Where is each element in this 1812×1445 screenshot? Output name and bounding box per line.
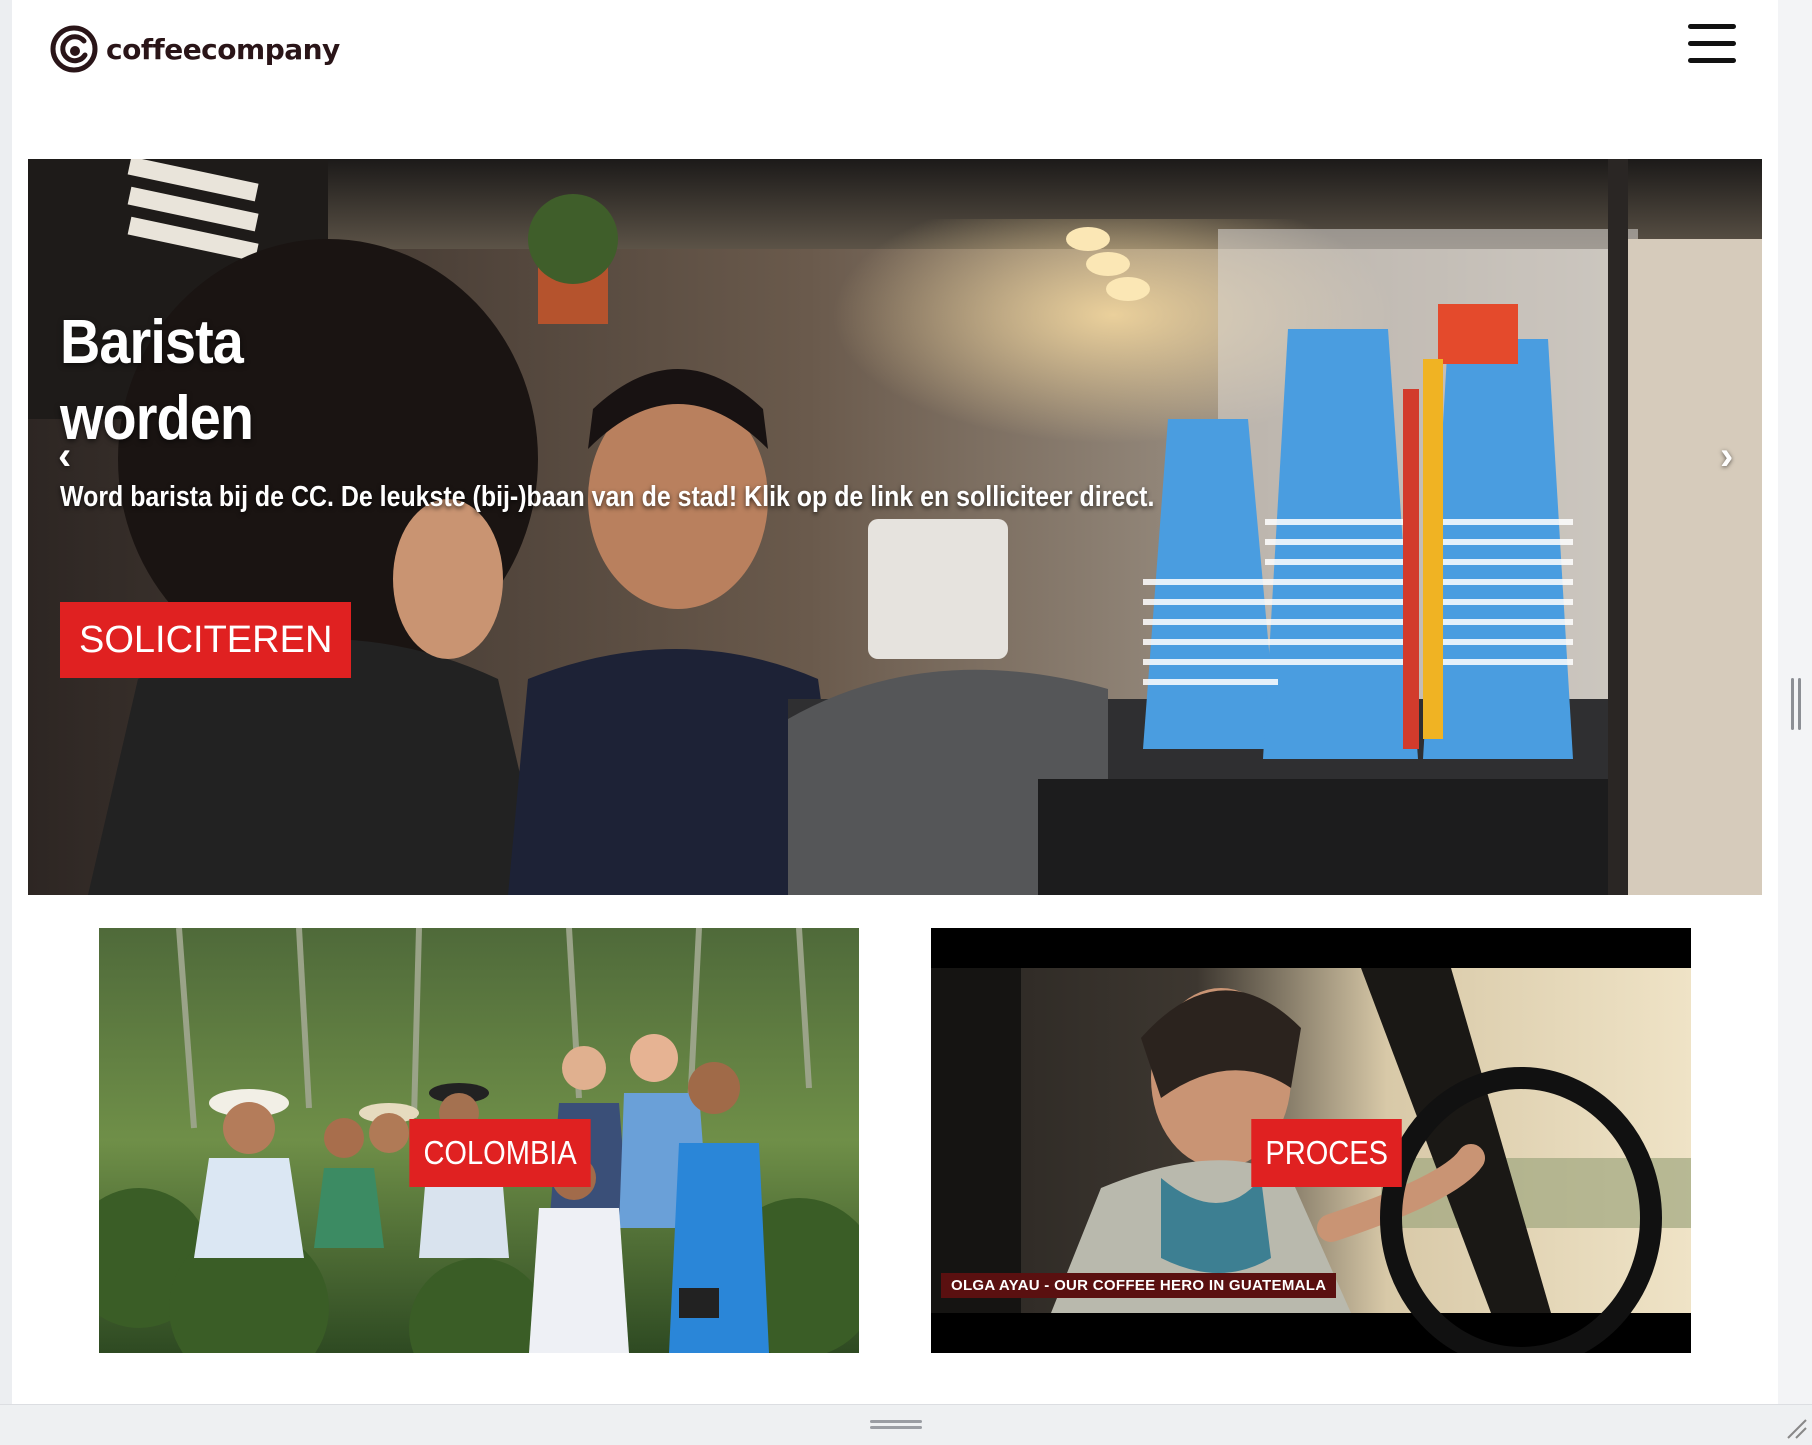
proces-button[interactable]: PROCES (1251, 1119, 1403, 1187)
brand-logo[interactable]: coffeecompany (50, 25, 340, 73)
hamburger-menu-icon[interactable] (1686, 22, 1742, 66)
video-caption: OLGA AYAU - OUR COFFEE HERO IN GUATEMALA (941, 1273, 1337, 1298)
colombia-card[interactable]: COLOMBIA (99, 928, 859, 1353)
apply-button[interactable]: SOLICITEREN (60, 602, 352, 678)
brand-name: coffeecompany (106, 32, 340, 66)
hero-photo (28, 159, 1762, 895)
page: coffeecompany Barista worden ‹ › Word ba… (12, 0, 1778, 1404)
hero-title: Barista worden (60, 308, 254, 453)
bottom-resize-handle[interactable] (870, 1420, 922, 1430)
hero-slider: Barista worden ‹ › Word barista bij de C… (28, 159, 1762, 895)
hero-subtitle: Word barista bij de CC. De leukste (bij-… (60, 481, 1155, 513)
slider-prev-arrow[interactable]: ‹ (58, 434, 71, 479)
slider-next-arrow[interactable]: › (1720, 434, 1733, 479)
proces-card[interactable]: OLGA AYAU - OUR COFFEE HERO IN GUATEMALA… (931, 928, 1691, 1353)
logo-mark-icon (50, 25, 98, 73)
side-resize-handle[interactable] (1791, 678, 1803, 730)
colombia-button[interactable]: COLOMBIA (409, 1119, 591, 1187)
resize-grip-icon[interactable] (1784, 1416, 1808, 1440)
